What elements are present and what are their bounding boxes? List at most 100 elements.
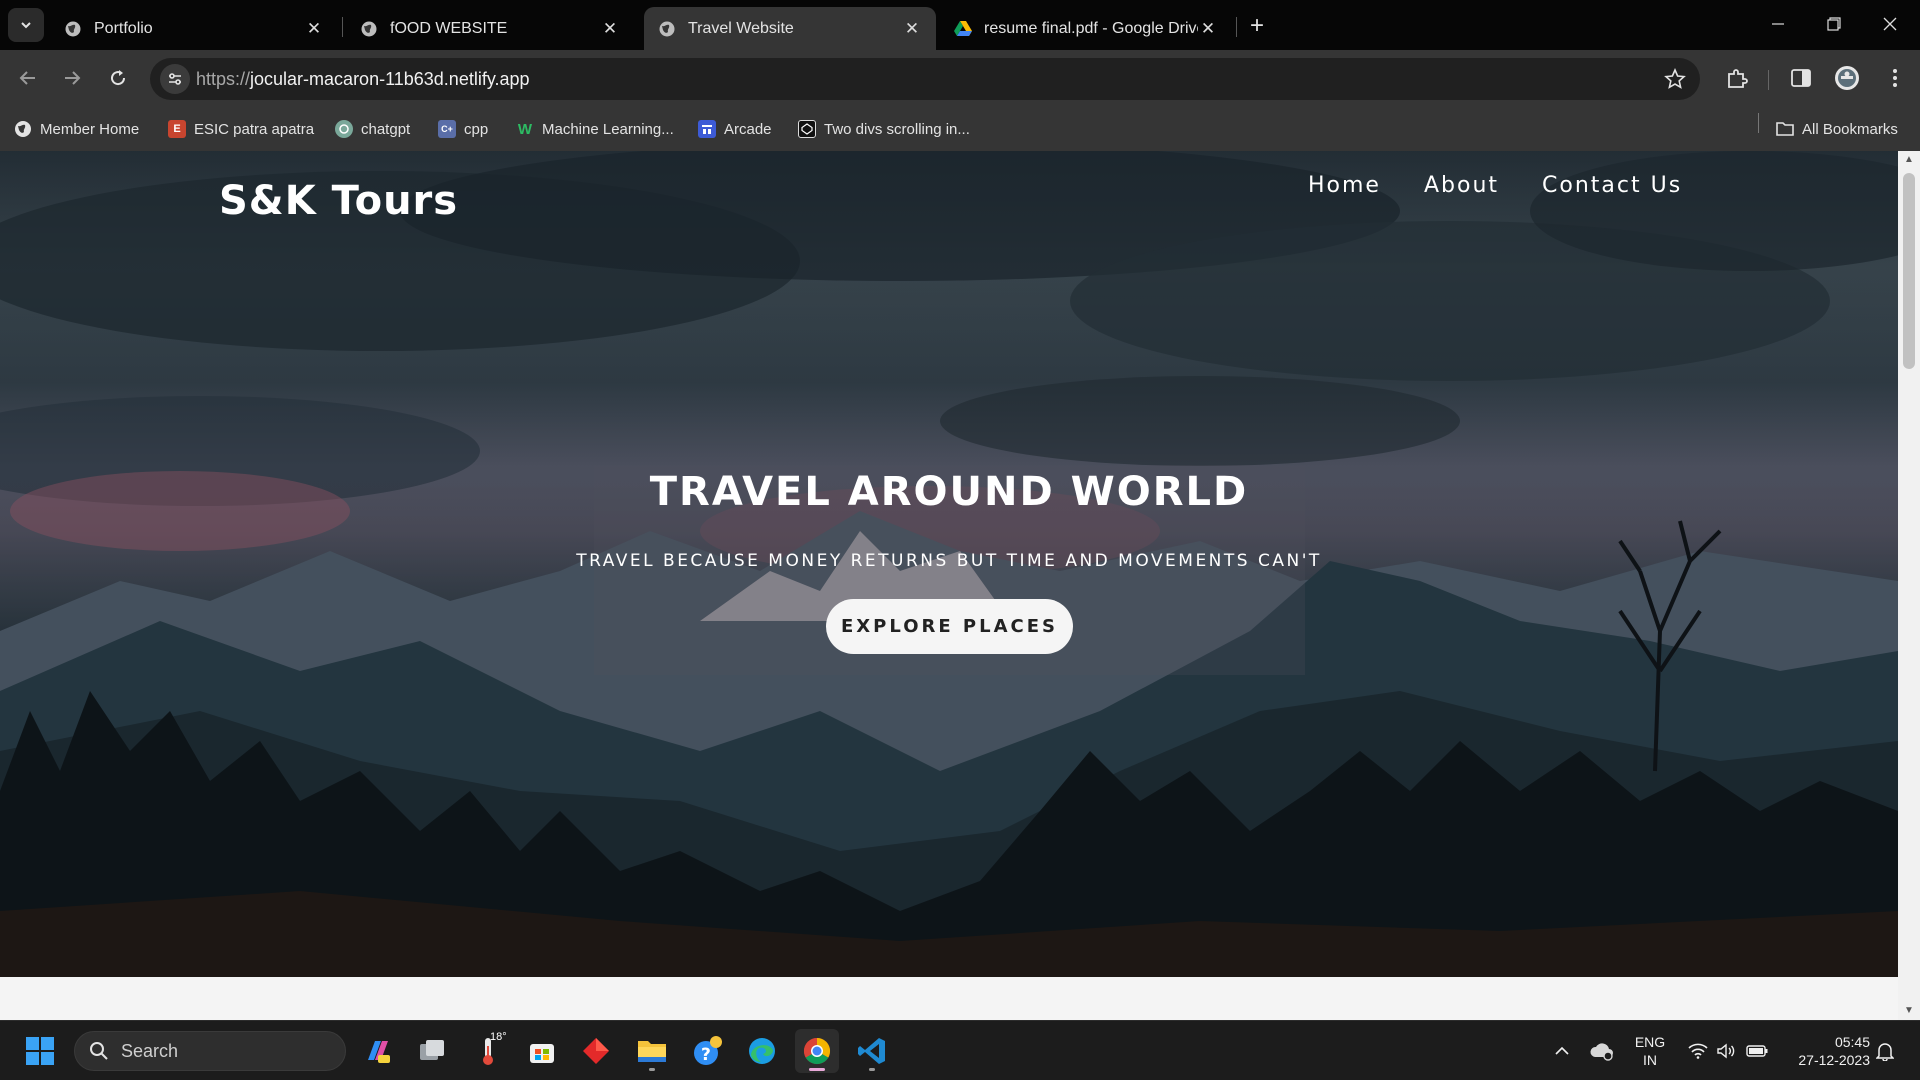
globe-icon bbox=[64, 20, 82, 38]
nav-contact-us[interactable]: Contact Us bbox=[1542, 173, 1682, 198]
taskbar-help[interactable]: ? bbox=[686, 1029, 730, 1073]
language-code: ENG bbox=[1634, 1034, 1666, 1050]
battery-tray[interactable] bbox=[1744, 1041, 1770, 1061]
minimize-button[interactable] bbox=[1750, 0, 1806, 48]
nav-home[interactable]: Home bbox=[1308, 173, 1381, 198]
url-text[interactable]: https://jocular-macaron-11b63d.netlify.a… bbox=[196, 69, 530, 90]
taskbar-search[interactable]: Search bbox=[74, 1031, 346, 1071]
copilot-icon bbox=[368, 1041, 390, 1063]
scroll-up-arrow-icon[interactable]: ▲ bbox=[1903, 155, 1915, 165]
tab-search-button[interactable] bbox=[8, 8, 44, 42]
extensions-button[interactable] bbox=[1722, 63, 1752, 93]
nav-about[interactable]: About bbox=[1424, 173, 1499, 198]
cloud-icon bbox=[1590, 1043, 1613, 1061]
hero-title: TRAVEL AROUND WORLD bbox=[649, 469, 1249, 515]
bookmark-machine-learning[interactable]: W Machine Learning... bbox=[516, 118, 674, 140]
google-drive-icon bbox=[954, 20, 972, 38]
diamond-app-icon bbox=[583, 1038, 609, 1064]
bookmark-arcade[interactable]: Arcade bbox=[698, 118, 772, 140]
scroll-thumb[interactable] bbox=[1903, 173, 1915, 369]
search-icon bbox=[90, 1042, 108, 1060]
bookmarks-bar: Member Home E ESIC patra apatra chatgpt … bbox=[0, 107, 1920, 151]
bookmark-chatgpt[interactable]: chatgpt bbox=[335, 118, 410, 140]
tab-travel-website[interactable]: Travel Website ✕ bbox=[644, 7, 936, 50]
taskbar-edge[interactable] bbox=[740, 1029, 784, 1073]
tune-icon bbox=[169, 73, 181, 85]
url-scheme: https:// bbox=[196, 69, 251, 89]
taskbar-chrome[interactable] bbox=[795, 1029, 839, 1073]
browser-menu-button[interactable] bbox=[1880, 63, 1910, 93]
close-icon[interactable]: ✕ bbox=[600, 19, 620, 39]
weather-temp: 18° bbox=[490, 1031, 507, 1043]
clock-date: 27-12-2023 bbox=[1798, 1052, 1870, 1068]
forward-button[interactable] bbox=[54, 60, 90, 96]
tab-title: fOOD WEBSITE bbox=[390, 19, 508, 37]
windows-taskbar: Search 18° ? ENG IN 05:45 27-12-2023 bbox=[0, 1020, 1920, 1080]
bookmark-star-icon[interactable] bbox=[1664, 68, 1686, 90]
wifi-tray[interactable] bbox=[1686, 1041, 1710, 1061]
minimize-icon bbox=[1772, 23, 1784, 25]
taskbar-app-red[interactable] bbox=[574, 1029, 618, 1073]
help-icon: ? bbox=[694, 1036, 722, 1065]
bookmark-member-home[interactable]: Member Home bbox=[14, 118, 139, 140]
volume-tray[interactable] bbox=[1714, 1041, 1738, 1061]
site-logo[interactable]: S&K Tours bbox=[219, 178, 458, 224]
toolbar-divider bbox=[1768, 70, 1769, 90]
taskbar-file-explorer[interactable] bbox=[630, 1029, 674, 1073]
tab-resume-drive[interactable]: resume final.pdf - Google Drive ✕ bbox=[940, 7, 1232, 50]
back-button[interactable] bbox=[10, 60, 46, 96]
explore-places-button[interactable]: EXPLORE PLACES bbox=[826, 599, 1073, 654]
folder-icon bbox=[638, 1041, 666, 1062]
clock[interactable]: 05:45 27-12-2023 bbox=[1780, 1033, 1870, 1069]
bookmark-esic[interactable]: E ESIC patra apatra bbox=[168, 118, 314, 140]
bookmark-two-divs[interactable]: Two divs scrolling in... bbox=[798, 118, 970, 140]
scroll-down-arrow-icon[interactable]: ▼ bbox=[1903, 1006, 1915, 1016]
all-bookmarks-button[interactable]: All Bookmarks bbox=[1776, 118, 1898, 140]
region-code: IN bbox=[1643, 1052, 1657, 1068]
edge-icon bbox=[749, 1038, 775, 1064]
chrome-icon bbox=[803, 1037, 831, 1065]
chevron-down-icon bbox=[21, 22, 31, 29]
language-indicator[interactable]: ENG IN bbox=[1630, 1033, 1670, 1069]
wifi-icon bbox=[1688, 1043, 1708, 1059]
profile-avatar[interactable] bbox=[1832, 63, 1862, 93]
taskbar-store[interactable] bbox=[520, 1029, 564, 1073]
site-info-button[interactable] bbox=[160, 64, 190, 94]
bookmark-cpp[interactable]: C+ cpp bbox=[438, 118, 488, 140]
arcade-icon bbox=[698, 120, 716, 138]
new-tab-button[interactable]: + bbox=[1244, 12, 1270, 39]
folder-icon bbox=[1776, 120, 1794, 138]
close-icon bbox=[1883, 17, 1897, 31]
onedrive-tray[interactable] bbox=[1588, 1039, 1616, 1063]
restore-button[interactable] bbox=[1806, 0, 1862, 48]
close-icon[interactable]: ✕ bbox=[902, 19, 922, 39]
tab-divider bbox=[342, 17, 343, 37]
bookmark-label: Machine Learning... bbox=[542, 120, 674, 138]
close-window-button[interactable] bbox=[1862, 0, 1918, 48]
close-icon[interactable]: ✕ bbox=[1198, 19, 1218, 39]
bookmark-label: chatgpt bbox=[361, 120, 411, 138]
tab-divider bbox=[1236, 17, 1237, 37]
start-button[interactable] bbox=[18, 1029, 62, 1073]
page-scrollbar[interactable]: ▲ ▼ bbox=[1898, 151, 1920, 1020]
taskbar-copilot[interactable] bbox=[356, 1029, 400, 1073]
globe-icon bbox=[14, 120, 32, 138]
show-hidden-icons-button[interactable] bbox=[1552, 1041, 1572, 1061]
reload-button[interactable] bbox=[100, 60, 136, 96]
side-panel-button[interactable] bbox=[1786, 63, 1816, 93]
bookmark-label: Member Home bbox=[40, 120, 140, 138]
address-bar[interactable]: https://jocular-macaron-11b63d.netlify.a… bbox=[150, 58, 1700, 100]
taskbar-task-view[interactable] bbox=[410, 1029, 454, 1073]
store-icon bbox=[530, 1044, 554, 1063]
taskbar-weather[interactable]: 18° bbox=[466, 1029, 510, 1073]
clock-time: 05:45 bbox=[1834, 1034, 1870, 1050]
close-icon[interactable]: ✕ bbox=[304, 19, 324, 39]
notifications-button[interactable] bbox=[1874, 1039, 1896, 1063]
tab-food-website[interactable]: fOOD WEBSITE ✕ bbox=[346, 7, 634, 50]
side-panel-icon bbox=[1791, 69, 1811, 87]
running-indicator bbox=[649, 1068, 655, 1071]
taskbar-vscode[interactable] bbox=[850, 1029, 894, 1073]
tab-title: Travel Website bbox=[688, 19, 794, 37]
tab-portfolio[interactable]: Portfolio ✕ bbox=[50, 7, 338, 50]
globe-icon bbox=[360, 20, 378, 38]
